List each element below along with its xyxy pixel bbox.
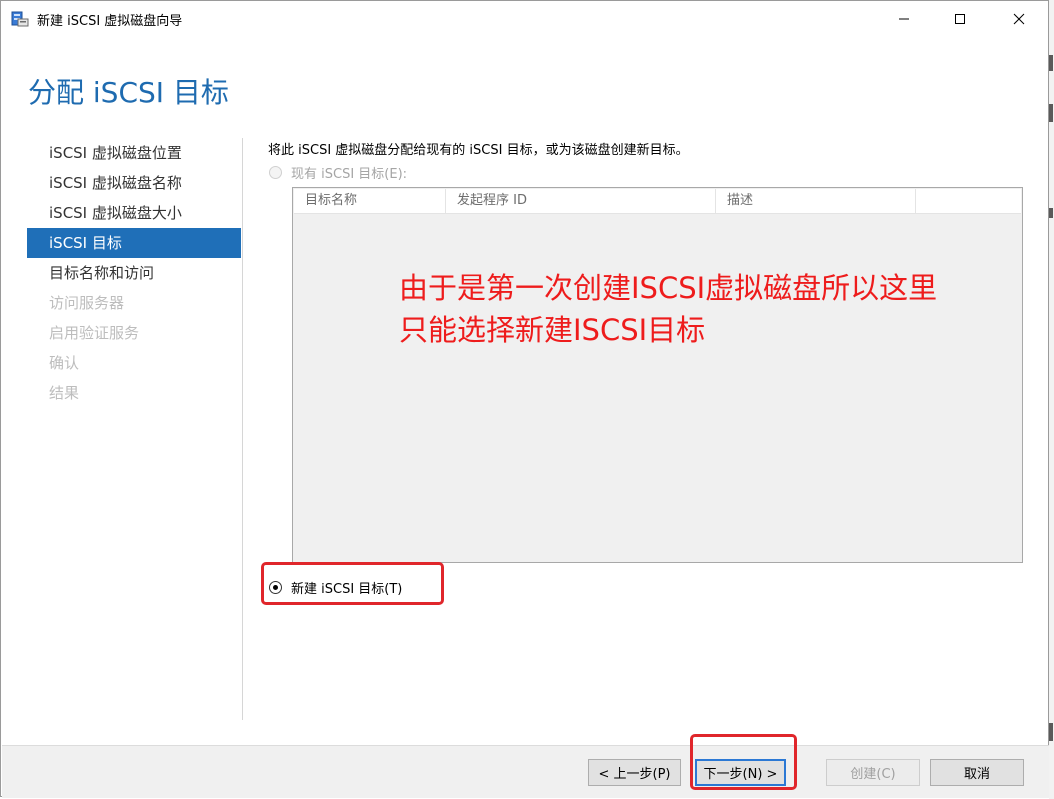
background-fragment: [1049, 723, 1053, 741]
column-header-target-name[interactable]: 目标名称: [294, 189, 446, 213]
red-annotation-text: 由于是第一次创建ISCSI虚拟磁盘所以这里 只能选择新建ISCSI目标: [399, 267, 937, 351]
existing-target-radio[interactable]: 现有 iSCSI 目标(E):: [269, 163, 407, 182]
background-fragment: [1049, 208, 1053, 218]
nav-item-target-name-access[interactable]: 目标名称和访问: [27, 258, 241, 288]
create-button: 创建(C): [826, 759, 920, 786]
description-text: 将此 iSCSI 虚拟磁盘分配给现有的 iSCSI 目标，或为该磁盘创建新目标。: [268, 143, 689, 158]
nav-divider: [242, 138, 243, 720]
nav-item-iscsi-target[interactable]: iSCSI 目标: [27, 228, 241, 258]
cancel-button[interactable]: 取消: [930, 759, 1024, 786]
wizard-window: 新建 iSCSI 虚拟磁盘向导 分配 iSCSI 目标 iSCSI 虚拟磁盘位置…: [0, 0, 1049, 798]
title-bar[interactable]: 新建 iSCSI 虚拟磁盘向导: [1, 1, 1048, 37]
background-window-edge: [1049, 0, 1054, 799]
nav-item-disk-name[interactable]: iSCSI 虚拟磁盘名称: [27, 168, 241, 198]
maximize-icon: [955, 14, 965, 24]
wizard-steps-nav: iSCSI 虚拟磁盘位置 iSCSI 虚拟磁盘名称 iSCSI 虚拟磁盘大小 i…: [27, 138, 241, 408]
nav-item-disk-size[interactable]: iSCSI 虚拟磁盘大小: [27, 198, 241, 228]
column-header-description[interactable]: 描述: [716, 189, 916, 213]
annotation-line-1: 由于是第一次创建ISCSI虚拟磁盘所以这里: [399, 271, 938, 305]
annotation-line-2: 只能选择新建ISCSI目标: [399, 313, 706, 347]
minimize-icon: [899, 18, 909, 20]
targets-table[interactable]: 目标名称 发起程序 ID 描述: [292, 187, 1023, 563]
new-target-highlight-box: [261, 562, 444, 605]
nav-item-disk-location[interactable]: iSCSI 虚拟磁盘位置: [27, 138, 241, 168]
next-button-highlight-box: [690, 734, 797, 790]
window-title: 新建 iSCSI 虚拟磁盘向导: [37, 14, 183, 29]
wizard-footer: < 上一步(P) 下一步(N) > 创建(C) 取消: [2, 745, 1049, 798]
server-app-icon: [11, 10, 29, 28]
column-header-initiator-id[interactable]: 发起程序 ID: [446, 189, 716, 213]
previous-button[interactable]: < 上一步(P): [588, 759, 681, 786]
nav-item-confirm: 确认: [49, 354, 80, 372]
minimize-button[interactable]: [881, 1, 927, 37]
existing-target-label: 现有 iSCSI 目标(E):: [291, 167, 408, 182]
table-header: 目标名称 发起程序 ID 描述: [294, 189, 1021, 214]
background-fragment: [1049, 55, 1053, 71]
column-header-empty: [916, 189, 1020, 213]
background-fragment: [1049, 104, 1053, 122]
nav-item-results: 结果: [49, 384, 80, 402]
close-icon: [1013, 13, 1025, 25]
nav-item-access-servers: 访问服务器: [49, 294, 125, 312]
close-button[interactable]: [996, 1, 1042, 37]
maximize-button[interactable]: [937, 1, 983, 37]
page-title: 分配 iSCSI 目标: [28, 76, 229, 109]
radio-unselected-icon: [269, 166, 282, 179]
nav-item-enable-auth: 启用验证服务: [49, 324, 140, 342]
